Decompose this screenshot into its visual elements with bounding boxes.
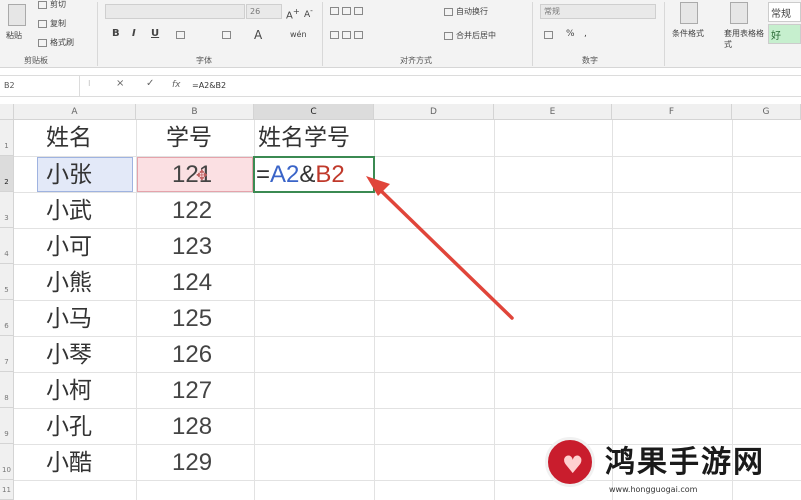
arrow-shaft xyxy=(374,184,514,320)
watermark: ♥ 鸿果手游网 www.hongguogai.com xyxy=(545,435,801,500)
watermark-url: www.hongguogai.com xyxy=(609,485,698,494)
watermark-logo: ♥ xyxy=(545,437,595,487)
annotation-arrow xyxy=(366,176,514,320)
arrow-head-icon xyxy=(366,176,390,196)
heart-icon: ♥ xyxy=(562,451,584,479)
watermark-title: 鸿果手游网 xyxy=(605,445,765,480)
